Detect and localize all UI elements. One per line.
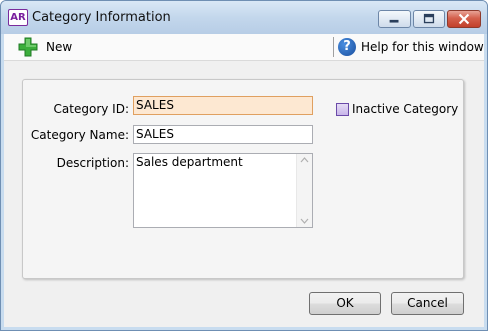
category-name-field[interactable]: SALES [133, 125, 313, 144]
minimize-button[interactable] [378, 10, 411, 28]
form-panel: Category ID: SALES Category Name: SALES … [22, 79, 464, 279]
inactive-category-checkbox[interactable]: Inactive Category [336, 102, 458, 116]
description-textarea[interactable]: Sales department [133, 153, 313, 228]
help-button[interactable]: ? Help for this window [338, 37, 484, 57]
category-id-label: Category ID: [53, 102, 129, 116]
minimize-icon [389, 19, 399, 23]
close-icon [458, 13, 470, 25]
green-plus-icon [18, 37, 38, 57]
ok-button[interactable]: OK [309, 292, 381, 315]
description-text: Sales department [136, 155, 243, 169]
maximize-button[interactable] [413, 10, 445, 28]
help-icon: ? [338, 38, 356, 56]
cancel-button[interactable]: Cancel [391, 292, 464, 315]
scroll-arrows-icon [300, 157, 309, 224]
app-icon: AR [8, 9, 28, 26]
category-name-label: Category Name: [30, 128, 129, 142]
checkbox-box[interactable] [336, 102, 349, 116]
window-client-area: New ? Help for this window Category ID: … [4, 34, 484, 327]
window-title: Category Information [32, 10, 171, 25]
close-button[interactable] [447, 10, 481, 28]
new-button[interactable]: New [18, 37, 72, 57]
description-scrollbar[interactable] [296, 154, 312, 227]
help-button-label: Help for this window [361, 40, 484, 54]
inactive-category-label: Inactive Category [352, 102, 459, 116]
category-information-window: AR Category Information New ? Help for t… [0, 0, 488, 331]
maximize-icon [423, 13, 435, 24]
category-id-field[interactable]: SALES [133, 96, 313, 115]
description-label: Description: [56, 156, 129, 170]
toolbar-separator [333, 37, 334, 57]
toolbar: New ? Help for this window [4, 34, 484, 61]
new-button-label: New [46, 40, 73, 54]
title-bar[interactable]: AR Category Information [1, 1, 487, 34]
